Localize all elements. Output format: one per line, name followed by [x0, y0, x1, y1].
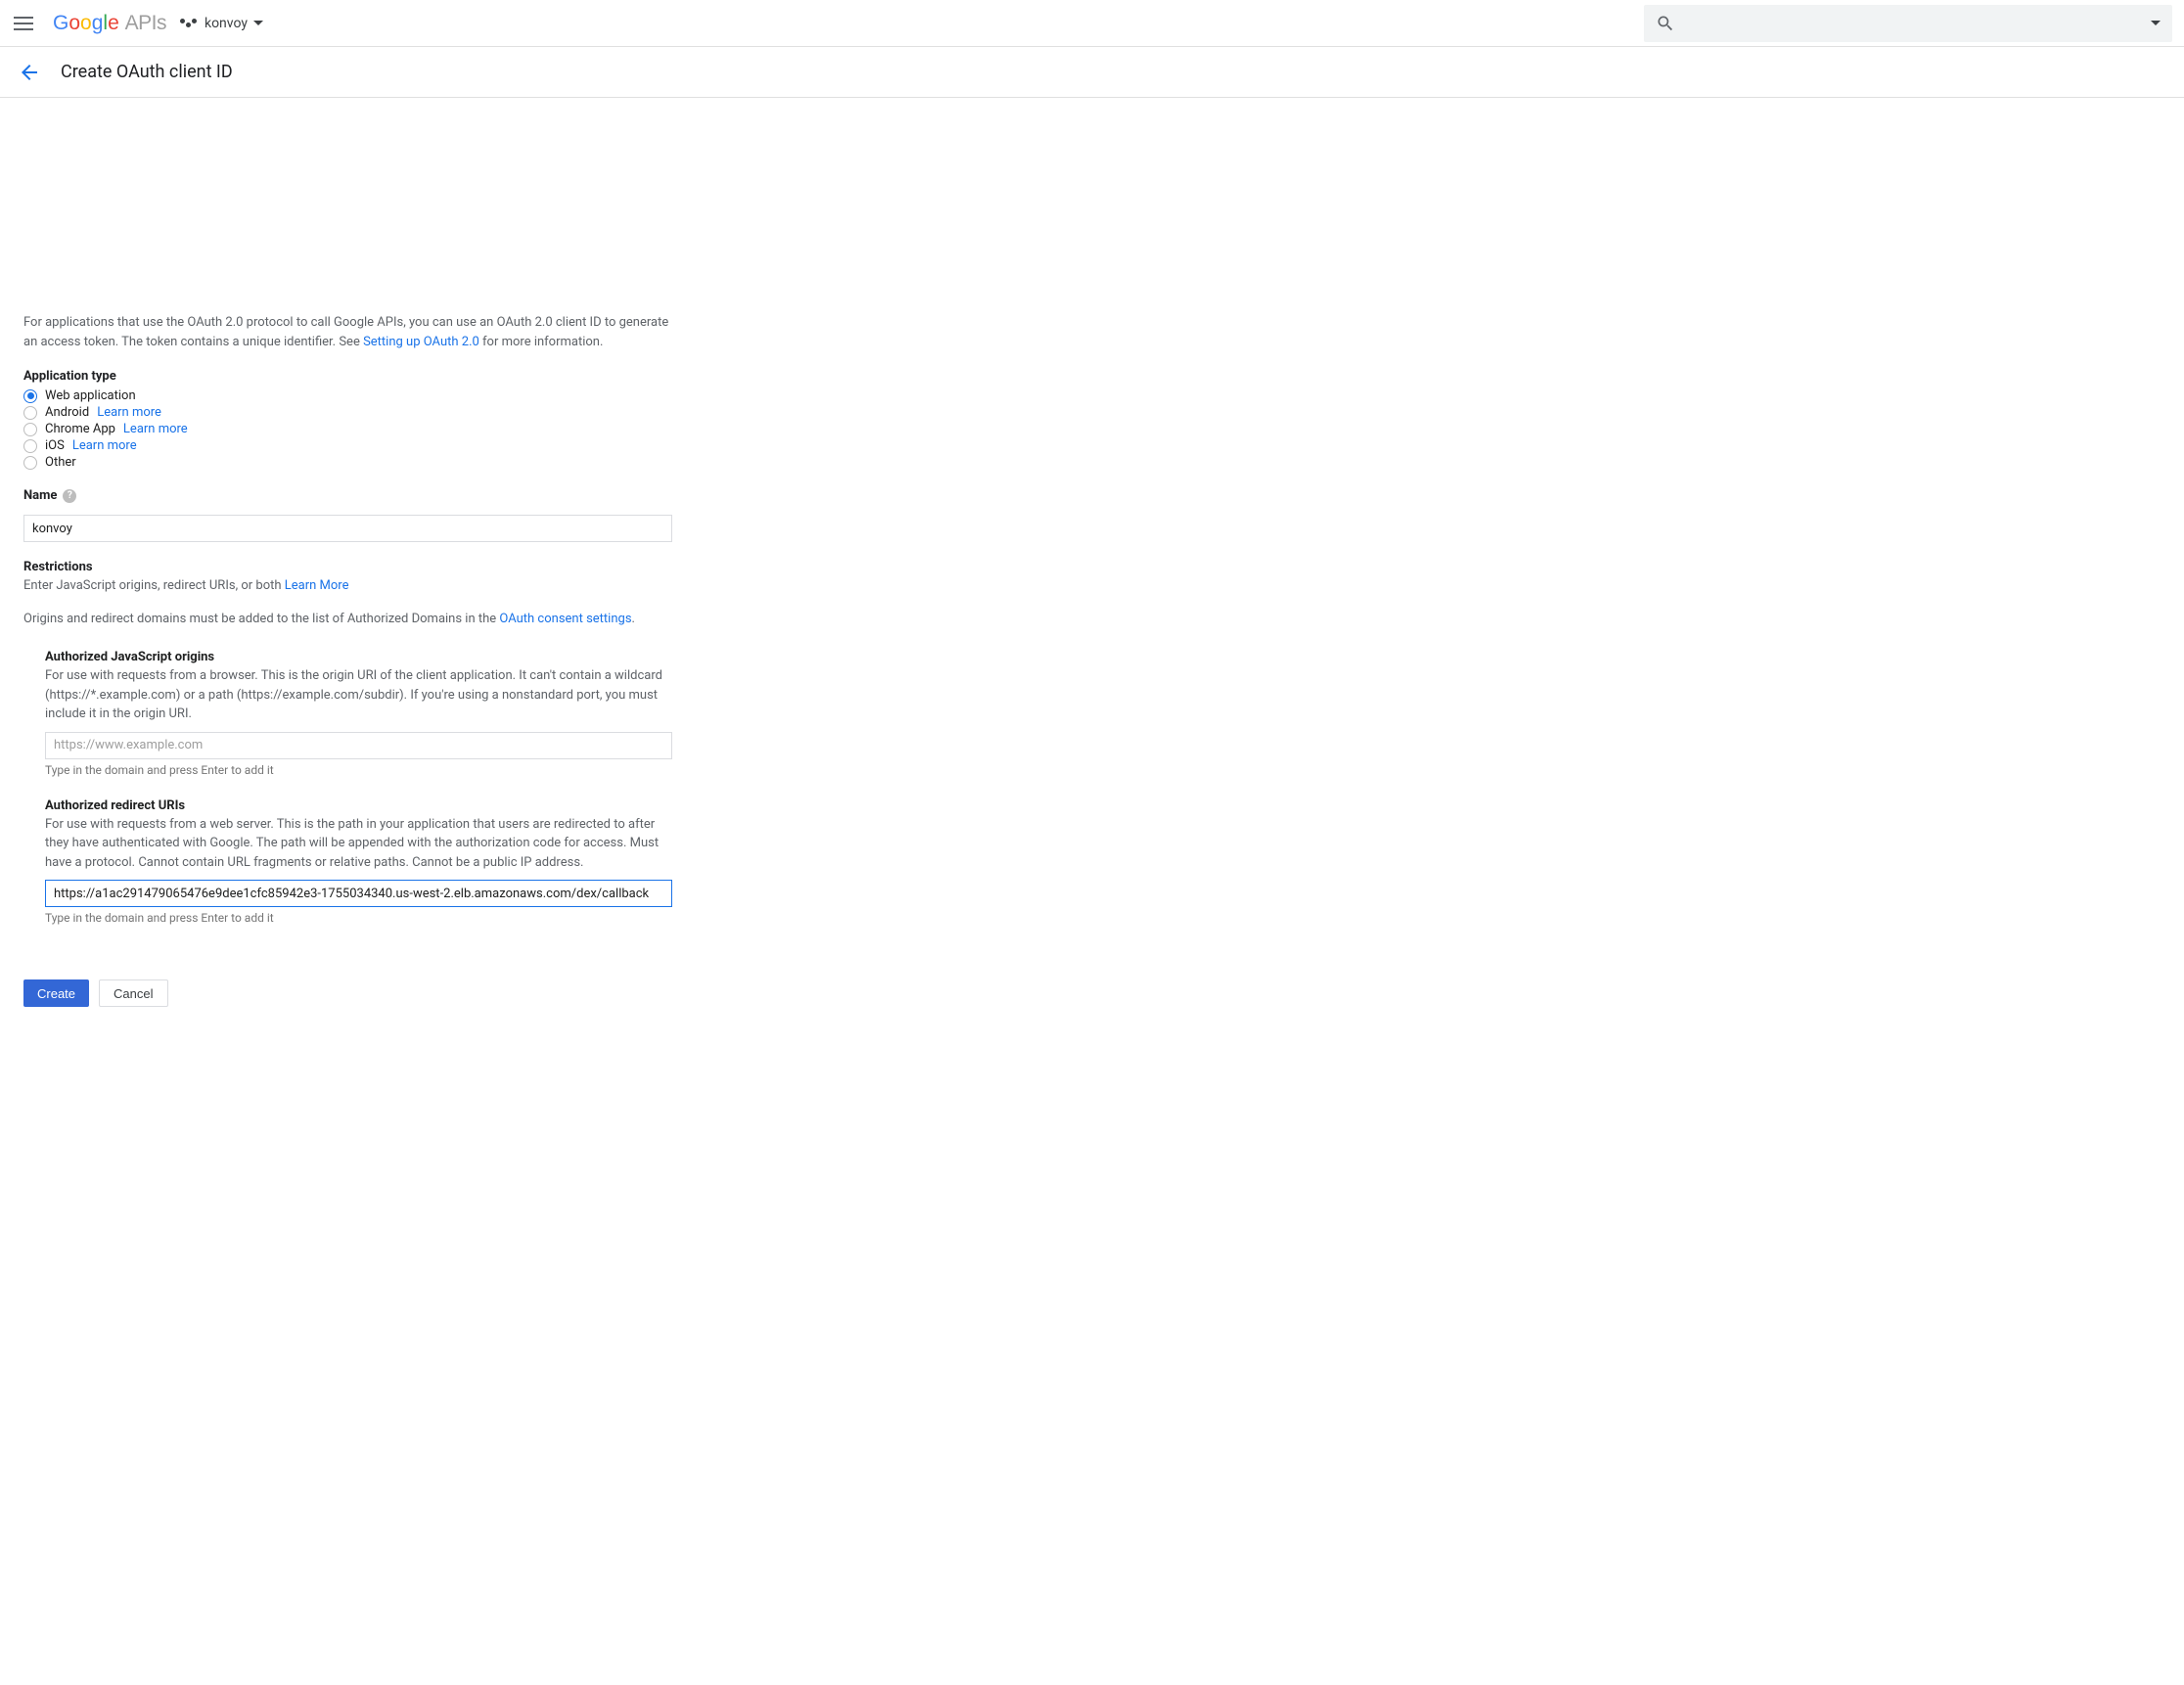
- js-origin-input[interactable]: [45, 732, 672, 759]
- js-origins-title: Authorized JavaScript origins: [45, 650, 681, 664]
- learn-more-link[interactable]: Learn More: [285, 578, 349, 593]
- radio-android[interactable]: Android Learn more: [23, 404, 681, 421]
- learn-more-link[interactable]: Learn more: [97, 405, 161, 420]
- cancel-button[interactable]: Cancel: [99, 979, 167, 1007]
- redirect-uri-hint: Type in the domain and press Enter to ad…: [45, 911, 681, 925]
- name-label: Name ?: [23, 488, 681, 503]
- chevron-down-icon: [2151, 21, 2161, 25]
- project-icon: [180, 19, 197, 27]
- learn-more-link[interactable]: Learn more: [123, 422, 188, 436]
- restrictions-desc: Enter JavaScript origins, redirect URIs,…: [23, 576, 681, 596]
- radio-icon: [23, 423, 37, 436]
- learn-more-link[interactable]: Learn more: [72, 438, 137, 453]
- page-header: Create OAuth client ID: [0, 47, 2184, 98]
- redirect-uri-input[interactable]: [45, 880, 672, 907]
- js-origins-block: Authorized JavaScript origins For use wi…: [45, 650, 681, 777]
- chevron-down-icon: [253, 21, 263, 25]
- page-title: Create OAuth client ID: [61, 62, 233, 82]
- redirect-uris-block: Authorized redirect URIs For use with re…: [45, 798, 681, 926]
- radio-ios[interactable]: iOS Learn more: [23, 437, 681, 454]
- consent-settings-link[interactable]: OAuth consent settings: [499, 612, 631, 626]
- create-button[interactable]: Create: [23, 979, 89, 1007]
- app-type-label: Application type: [23, 369, 681, 384]
- top-bar: Google APIs konvoy: [0, 0, 2184, 47]
- search-icon: [1656, 14, 1675, 33]
- google-apis-logo[interactable]: Google APIs: [53, 12, 166, 35]
- name-input[interactable]: [23, 515, 672, 542]
- button-row: Create Cancel: [23, 979, 681, 1007]
- redirect-uris-title: Authorized redirect URIs: [45, 798, 681, 813]
- radio-other[interactable]: Other: [23, 454, 681, 471]
- search-bar[interactable]: [1644, 5, 2172, 42]
- radio-chrome-app[interactable]: Chrome App Learn more: [23, 421, 681, 437]
- js-origins-desc: For use with requests from a browser. Th…: [45, 666, 671, 724]
- help-icon[interactable]: ?: [63, 489, 76, 503]
- domains-note: Origins and redirect domains must be add…: [23, 610, 681, 629]
- radio-icon: [23, 389, 37, 403]
- intro-text: For applications that use the OAuth 2.0 …: [23, 313, 681, 351]
- project-name: konvoy: [205, 16, 248, 31]
- logo-suffix: APIs: [125, 12, 166, 35]
- redirect-uris-desc: For use with requests from a web server.…: [45, 815, 671, 873]
- setup-oauth-link[interactable]: Setting up OAuth 2.0: [363, 335, 479, 349]
- radio-icon: [23, 439, 37, 453]
- restrictions-title: Restrictions: [23, 560, 681, 574]
- radio-icon: [23, 456, 37, 470]
- hamburger-menu-icon[interactable]: [12, 12, 35, 35]
- back-arrow-icon[interactable]: [18, 61, 41, 84]
- form-content: For applications that use the OAuth 2.0 …: [0, 98, 705, 1030]
- js-origin-hint: Type in the domain and press Enter to ad…: [45, 763, 681, 777]
- radio-web-application[interactable]: Web application: [23, 387, 681, 404]
- radio-icon: [23, 406, 37, 420]
- project-picker[interactable]: konvoy: [180, 16, 263, 31]
